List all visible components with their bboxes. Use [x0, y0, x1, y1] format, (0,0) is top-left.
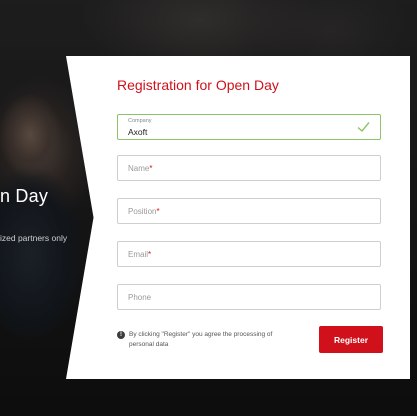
check-icon	[357, 122, 370, 133]
phone-field-placeholder: Phone	[128, 293, 152, 302]
register-button[interactable]: Register	[319, 326, 383, 353]
name-field-placeholder: Name*	[128, 164, 153, 173]
hero-subtitle: ized partners only	[0, 233, 68, 243]
name-field[interactable]: Name*	[117, 155, 381, 181]
phone-field[interactable]: Phone	[117, 284, 381, 310]
privacy-notice-text: By clicking "Register" you agree the pro…	[129, 331, 273, 348]
email-field-placeholder: Email*	[128, 250, 152, 259]
company-field-label: Company	[128, 118, 152, 124]
registration-panel: Registration for Open Day Company Axoft …	[66, 56, 410, 379]
info-icon: !	[117, 331, 125, 339]
hero-title: n Day	[0, 186, 49, 206]
form-title: Registration for Open Day	[117, 77, 279, 93]
page: n Day ized partners only Registration fo…	[0, 0, 417, 416]
company-field[interactable]: Company Axoft	[117, 114, 381, 140]
position-field[interactable]: Position*	[117, 198, 381, 224]
position-field-placeholder: Position*	[128, 207, 160, 216]
email-field[interactable]: Email*	[117, 241, 381, 267]
company-field-value: Axoft	[128, 127, 148, 137]
